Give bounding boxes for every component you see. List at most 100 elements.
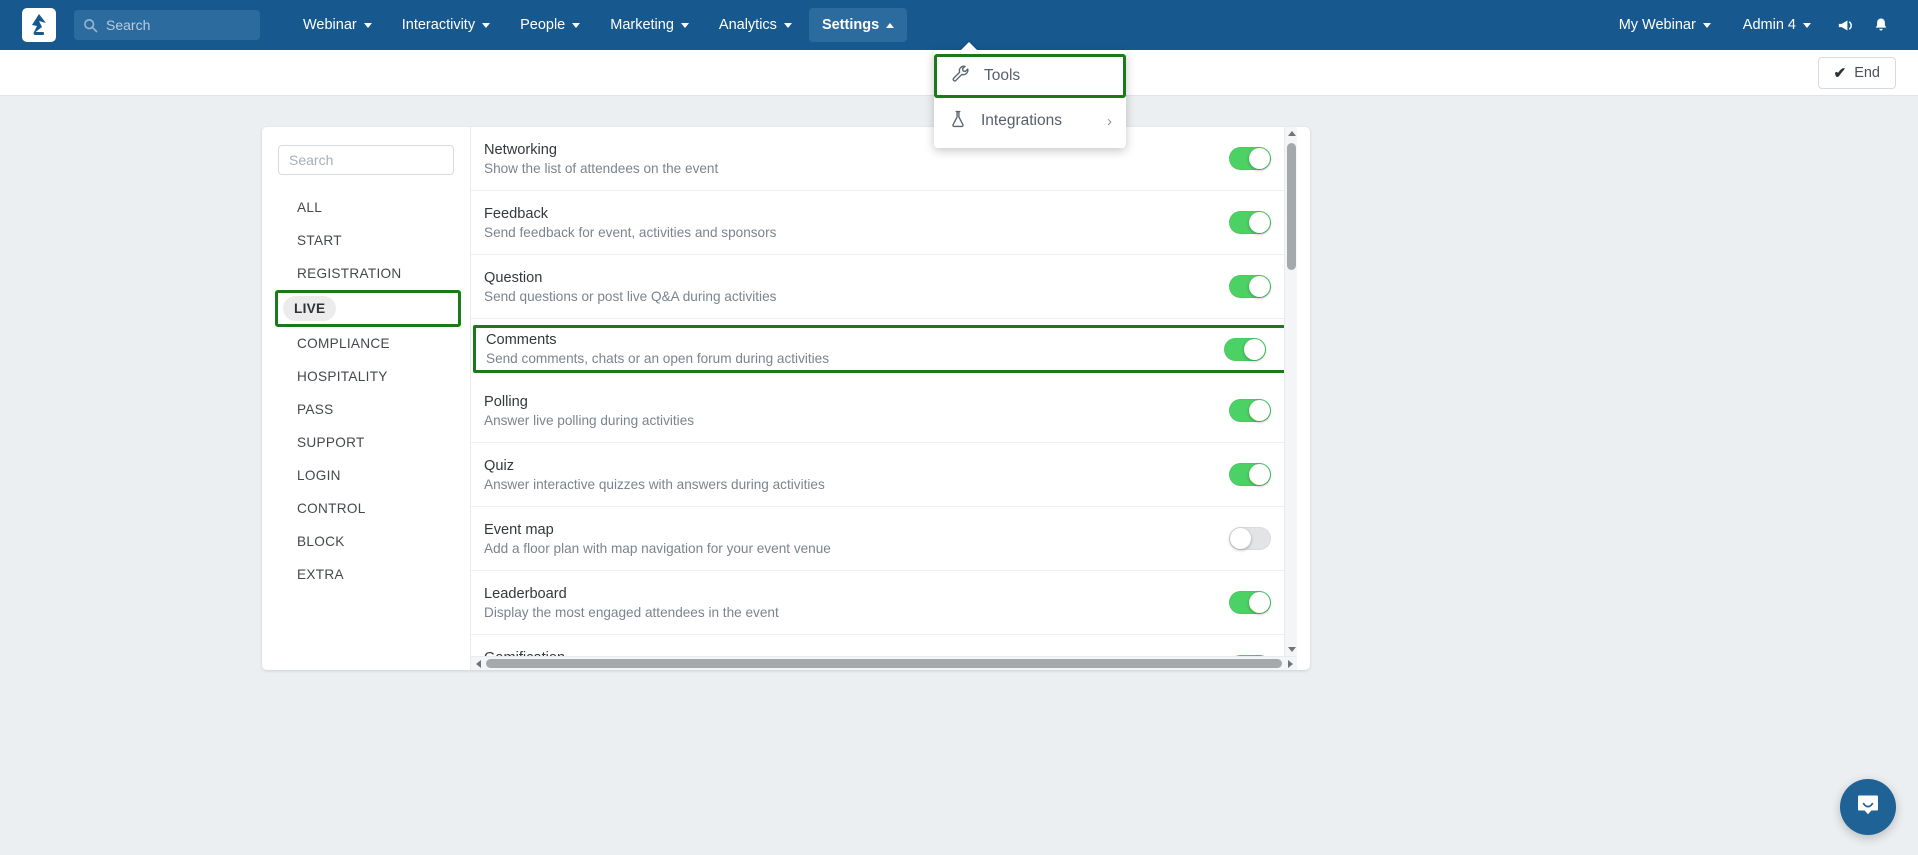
sidebar-item-label: PASS (297, 402, 334, 417)
end-button-label: End (1854, 64, 1880, 81)
toggle-networking[interactable] (1229, 147, 1271, 170)
sidebar-item-all[interactable]: ALL (278, 191, 458, 224)
sidebar-item-label: REGISTRATION (297, 266, 402, 281)
horizontal-scrollbar[interactable] (471, 656, 1297, 670)
table-row[interactable]: Gamification Engage attendees to complet… (471, 635, 1297, 656)
search-icon (83, 18, 98, 33)
table-row[interactable]: Feedback Send feedback for event, activi… (471, 191, 1297, 255)
megaphone-icon[interactable] (1830, 10, 1860, 40)
scroll-right-button[interactable] (1283, 657, 1297, 671)
chevron-down-icon (1803, 22, 1811, 28)
chevron-down-icon (1702, 22, 1711, 28)
toggle-event-map[interactable] (1229, 527, 1271, 550)
nav-label: Interactivity (401, 17, 476, 33)
support-chat-button[interactable] (1840, 779, 1896, 835)
nav-label: Webinar (303, 17, 357, 33)
toggle-quiz[interactable] (1229, 463, 1271, 486)
end-button[interactable]: ✔ End (1817, 56, 1896, 89)
sidebar-item-label: HOSPITALITY (297, 369, 388, 384)
row-text: Feedback Send feedback for event, activi… (484, 206, 1229, 240)
sidebar-item-label: COMPLIANCE (297, 336, 390, 351)
nav-item-settings[interactable]: Settings (808, 8, 908, 42)
menu-item-tools[interactable]: Tools (934, 54, 1126, 98)
chevron-up-icon (886, 22, 895, 28)
bell-icon[interactable] (1866, 10, 1896, 40)
nav-label: Marketing (610, 17, 674, 33)
category-list: ALL START REGISTRATION LIVE COMPLIANCE H… (262, 191, 470, 591)
scroll-down-button[interactable] (1285, 643, 1297, 656)
category-sidebar: ALL START REGISTRATION LIVE COMPLIANCE H… (262, 127, 471, 670)
check-icon: ✔ (1833, 64, 1847, 82)
sidebar-item-block[interactable]: BLOCK (278, 525, 458, 558)
sidebar-item-label: LIVE (283, 296, 337, 321)
vertical-scrollbar-thumb[interactable] (1287, 143, 1296, 270)
sidebar-item-live[interactable]: LIVE (275, 290, 461, 327)
row-text: Comments Send comments, chats or an open… (486, 332, 1224, 366)
sidebar-item-hospitality[interactable]: HOSPITALITY (278, 360, 458, 393)
table-row[interactable]: Polling Answer live polling during activ… (471, 379, 1297, 443)
row-subtitle: Show the list of attendees on the event (484, 160, 719, 176)
table-row[interactable]: Networking Show the list of attendees on… (471, 127, 1297, 191)
sidebar-item-login[interactable]: LOGIN (278, 459, 458, 492)
sidebar-item-control[interactable]: CONTROL (278, 492, 458, 525)
sidebar-item-registration[interactable]: REGISTRATION (278, 257, 458, 290)
scroll-left-button[interactable] (471, 657, 485, 671)
scroll-up-button[interactable] (1285, 127, 1297, 140)
flask-icon (948, 109, 968, 134)
toggle-comments[interactable] (1224, 337, 1266, 361)
row-text: Leaderboard Display the most engaged att… (484, 586, 1229, 620)
menu-item-integrations[interactable]: Integrations › (934, 100, 1126, 142)
row-title: Question (484, 269, 543, 286)
toggle-leaderboard[interactable] (1229, 591, 1271, 614)
toggle-feedback[interactable] (1229, 211, 1271, 234)
sidebar-item-label: BLOCK (297, 534, 345, 549)
app-logo-icon[interactable] (22, 8, 56, 42)
sidebar-item-pass[interactable]: PASS (278, 393, 458, 426)
row-subtitle: Add a floor plan with map navigation for… (484, 540, 831, 556)
nav-item-webinar[interactable]: Webinar (290, 8, 385, 42)
sidebar-item-compliance[interactable]: COMPLIANCE (278, 327, 458, 360)
row-text: Quiz Answer interactive quizzes with ans… (484, 458, 1229, 492)
wrench-icon (951, 64, 971, 89)
nav-item-interactivity[interactable]: Interactivity (389, 8, 503, 42)
table-row[interactable]: Leaderboard Display the most engaged att… (471, 571, 1297, 635)
vertical-scrollbar[interactable] (1284, 127, 1297, 656)
menu-item-label: Tools (984, 67, 1021, 84)
settings-panel: ALL START REGISTRATION LIVE COMPLIANCE H… (262, 127, 1310, 670)
row-text: Polling Answer live polling during activ… (484, 394, 1229, 428)
account-menu[interactable]: Admin 4 (1730, 8, 1824, 42)
toggle-polling[interactable] (1229, 399, 1271, 422)
chevron-down-icon (572, 22, 581, 28)
toggle-question[interactable] (1229, 275, 1271, 298)
triangle-right-icon (1287, 659, 1293, 668)
nav-item-analytics[interactable]: Analytics (706, 8, 805, 42)
row-subtitle: Display the most engaged attendees in th… (484, 604, 779, 620)
global-search[interactable] (74, 10, 260, 40)
chevron-right-icon: › (1107, 112, 1112, 130)
table-row[interactable]: Event map Add a floor plan with map navi… (471, 507, 1297, 571)
row-subtitle: Send comments, chats or an open forum du… (486, 351, 830, 366)
sidebar-item-start[interactable]: START (278, 224, 458, 257)
table-row[interactable]: Comments Send comments, chats or an open… (473, 325, 1295, 373)
feature-list: Networking Show the list of attendees on… (471, 127, 1297, 656)
row-title: Leaderboard (484, 585, 567, 602)
feature-list-container: Networking Show the list of attendees on… (471, 127, 1310, 670)
horizontal-scrollbar-thumb[interactable] (486, 659, 1282, 668)
webinar-selector[interactable]: My Webinar (1606, 8, 1724, 42)
sidebar-item-extra[interactable]: EXTRA (278, 558, 458, 591)
nav-label: Analytics (718, 17, 777, 33)
nav-item-people[interactable]: People (507, 8, 593, 42)
nav-label: Settings (821, 17, 880, 33)
table-row[interactable]: Quiz Answer interactive quizzes with ans… (471, 443, 1297, 507)
category-search-input[interactable] (278, 145, 454, 175)
row-subtitle: Answer live polling during activities (484, 412, 695, 428)
top-nav-right: My Webinar Admin 4 (1606, 0, 1918, 50)
table-row[interactable]: Question Send questions or post live Q&A… (471, 255, 1297, 319)
search-input[interactable] (106, 17, 246, 33)
triangle-up-icon (1287, 131, 1296, 136)
nav-item-marketing[interactable]: Marketing (597, 8, 702, 42)
sidebar-item-support[interactable]: SUPPORT (278, 426, 458, 459)
row-title: Quiz (484, 457, 515, 474)
sidebar-item-label: LOGIN (297, 468, 341, 483)
row-text: Question Send questions or post live Q&A… (484, 270, 1229, 304)
